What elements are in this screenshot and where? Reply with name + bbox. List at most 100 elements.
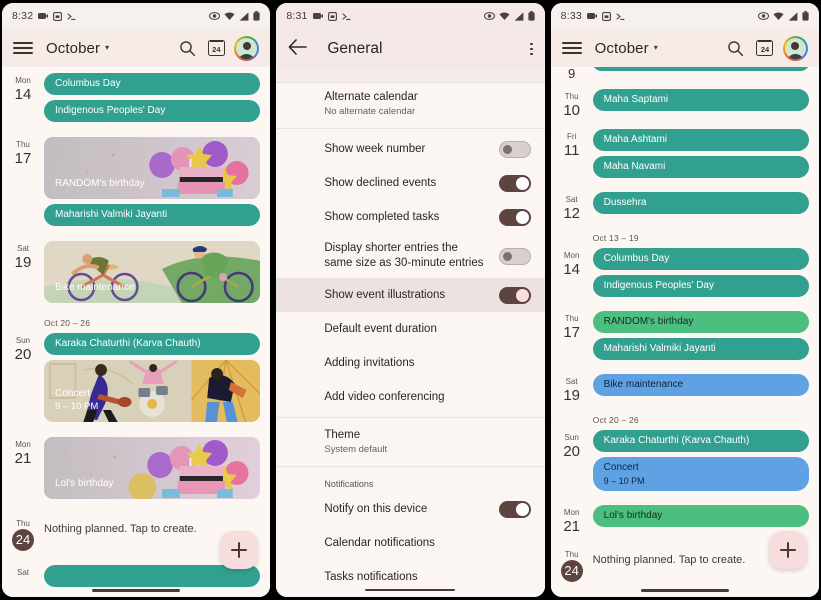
add-event-fab[interactable] [220, 531, 259, 569]
day-column: Fri 11 [551, 129, 593, 160]
toggle-show-event-illustrations[interactable] [498, 286, 531, 304]
more-options-icon[interactable] [530, 42, 533, 56]
visibility-icon [483, 12, 495, 20]
schedule-list[interactable]: Mon 14 Columbus Day Indigenous Peoples' … [2, 67, 271, 597]
setting-title: Show event illustrations [324, 288, 446, 301]
event-chip[interactable]: Karaka Chaturthi (Karva Chauth) [592, 430, 809, 452]
event-chip[interactable]: Columbus Day [44, 73, 261, 95]
event-chip[interactable]: Maharishi Valmiki Jayanti [592, 338, 809, 360]
day-row-partial: 9 [551, 67, 819, 83]
day-column: Thu 10 [551, 89, 593, 120]
event-chip[interactable]: Bike maintenance [592, 374, 809, 396]
avatar[interactable] [782, 35, 808, 61]
event-chip[interactable]: Dussehra [592, 192, 809, 214]
chevron-down-icon[interactable]: ▾ [654, 43, 658, 52]
setting-alternate-calendar[interactable]: Alternate calendar No alternate calendar [276, 83, 544, 125]
gesture-bar [640, 589, 729, 592]
day-column: Mon 14 [551, 248, 593, 279]
day-of-week: Thu [564, 314, 579, 323]
day-column: Sun 20 [551, 430, 593, 461]
toggle-show-week-number[interactable] [498, 140, 531, 158]
schedule-list[interactable]: 9 Thu 10 Maha Saptami Fri 11 Maha Ashtam… [550, 67, 819, 597]
day-column: Mon 21 [551, 505, 593, 536]
event-chip[interactable]: Karaka Chaturthi (Karva Chauth) [44, 333, 261, 355]
event-chip[interactable]: Indigenous Peoples' Day [592, 275, 809, 297]
event-illustration-card[interactable]: RANDOM's birthday [44, 137, 261, 199]
chevron-down-icon[interactable]: ▾ [105, 43, 109, 52]
menu-icon[interactable] [561, 38, 582, 58]
week-range-label: Oct 20 – 26 [44, 318, 91, 328]
day-number: 20 [14, 346, 32, 363]
today-date-icon[interactable]: 24 [203, 35, 229, 61]
search-icon[interactable] [723, 35, 749, 61]
event-chip[interactable] [592, 67, 809, 71]
toggle-notify-on-this-device[interactable] [498, 500, 531, 518]
day-of-week: Mon [15, 440, 31, 449]
three-panel-screenshot: 8:32 October ▾ 24 Mon 14 Columbus Day In… [0, 0, 821, 600]
event-chip[interactable]: Maha Ashtami [592, 129, 809, 151]
settings-list[interactable]: Alternate calendar No alternate calendar… [276, 69, 545, 597]
back-arrow-icon[interactable] [288, 38, 308, 60]
status-bar: 8:33 [551, 3, 819, 29]
divider [276, 128, 545, 129]
terminal-icon [342, 12, 351, 21]
screenshot-icon [327, 11, 337, 21]
battery-icon [253, 11, 260, 21]
day-column: Sat [2, 565, 44, 578]
setting-subtitle: System default [324, 444, 388, 455]
event-chip[interactable]: Lol's birthday [592, 505, 809, 527]
status-bar: 8:32 [2, 3, 270, 29]
search-icon[interactable] [174, 35, 200, 61]
day-column: Mon 21 [2, 437, 44, 468]
toggle-display-shorter-entries[interactable] [498, 247, 531, 265]
event-title: Bike maintenance [55, 282, 135, 293]
event-chip[interactable]: Columbus Day [592, 248, 809, 270]
app-bar: October ▾ 24 [2, 29, 271, 67]
event-chip[interactable]: Indigenous Peoples' Day [44, 100, 261, 122]
event-chip[interactable]: RANDOM's birthday [592, 311, 809, 333]
setting-calendar-notifications[interactable]: Calendar notifications [276, 526, 544, 560]
add-event-fab[interactable] [768, 531, 807, 569]
setting-display-shorter-entries[interactable]: Display shorter entries the same size as… [276, 234, 544, 278]
event-chip[interactable]: Maha Saptami [592, 89, 809, 111]
event-illustration-card[interactable]: Concert 9 – 10 PM [44, 360, 261, 422]
settings-screen: 8:31 General Alternate calendar No alter… [276, 3, 545, 597]
day-column: Mon 14 [2, 73, 44, 104]
setting-adding-invitations[interactable]: Adding invitations [276, 346, 544, 380]
day-row: Sun 20 Karaka Chaturthi (Karva Chauth) C… [2, 333, 270, 427]
battery-icon [528, 11, 535, 21]
day-row: Mon 14 Columbus Day Indigenous Peoples' … [551, 248, 819, 302]
terminal-icon [616, 12, 625, 21]
avatar[interactable] [234, 35, 260, 61]
settings-title: General [327, 40, 383, 57]
event-chip[interactable]: Maha Navami [592, 156, 809, 178]
signal-icon [239, 11, 249, 21]
app-bar: October ▾ 24 [550, 29, 819, 67]
day-number: 10 [563, 102, 580, 119]
day-row: Sat 12 Dussehra [551, 192, 819, 223]
day-number: 21 [563, 518, 580, 535]
event-chip[interactable]: Concert 9 – 10 PM [592, 457, 809, 491]
setting-show-completed-tasks[interactable]: Show completed tasks [276, 200, 544, 234]
toggle-show-completed-tasks[interactable] [498, 208, 531, 226]
setting-default-event-duration[interactable]: Default event duration [276, 312, 544, 346]
today-date-icon[interactable]: 24 [752, 35, 778, 61]
gesture-bar [365, 588, 456, 591]
setting-show-week-number[interactable]: Show week number [276, 132, 544, 166]
event-chip[interactable]: Maharishi Valmiki Jayanti [44, 204, 261, 226]
signal-icon [788, 11, 798, 21]
event-illustration-card[interactable]: Lol's birthday [44, 437, 261, 499]
setting-notify-on-this-device[interactable]: Notify on this device [276, 492, 544, 526]
setting-show-declined-events[interactable]: Show declined events [276, 166, 544, 200]
status-time: 8:33 [560, 10, 582, 22]
setting-add-video-conferencing[interactable]: Add video conferencing [276, 380, 544, 414]
setting-title: Tasks notifications [324, 570, 418, 583]
setting-subtitle: No alternate calendar [324, 106, 416, 117]
menu-icon[interactable] [13, 38, 33, 58]
toggle-show-declined-events[interactable] [498, 174, 531, 192]
event-illustration-card[interactable]: Bike maintenance [44, 241, 261, 303]
setting-show-event-illustrations[interactable]: Show event illustrations [276, 278, 545, 312]
day-number: 14 [563, 261, 580, 278]
setting-title: Calendar notifications [324, 536, 435, 549]
setting-theme[interactable]: Theme System default [276, 421, 544, 463]
